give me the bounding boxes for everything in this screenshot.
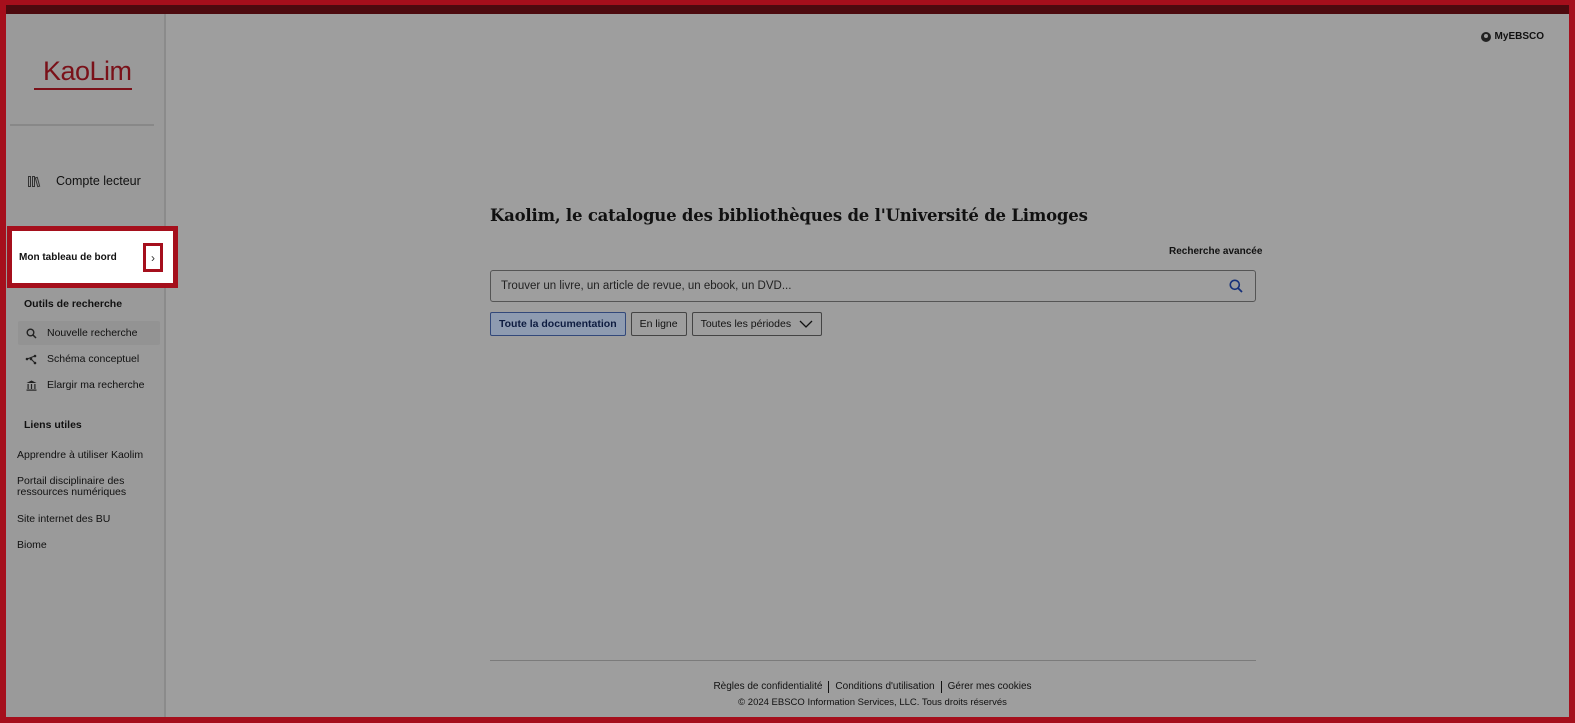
account-link[interactable]: Compte lecteur [28, 172, 141, 190]
chevron-down-icon [799, 320, 813, 328]
footer-divider [490, 660, 1256, 661]
nav-new-search-label: Nouvelle recherche [47, 327, 138, 339]
search-button[interactable] [1229, 279, 1243, 293]
sidebar-divider [10, 124, 154, 126]
logo-text: KaoLim [43, 56, 132, 86]
nav-new-search[interactable]: Nouvelle recherche [18, 321, 160, 345]
link-bu-website[interactable]: Site internet des BU [17, 514, 110, 525]
nav-expand-search-label: Elargir ma recherche [47, 379, 145, 391]
logo-underline [34, 88, 132, 90]
concept-map-icon [25, 354, 37, 365]
highlight-frame [0, 0, 1575, 723]
dashboard-panel[interactable]: Mon tableau de bord › [7, 226, 178, 288]
search-filters: Toute la documentation En ligne Toutes l… [490, 312, 823, 336]
search-tools-title: Outils de recherche [24, 298, 123, 310]
footer-separator [828, 681, 830, 693]
useful-links-title: Liens utiles [24, 419, 82, 431]
kaolim-logo[interactable]: KaoLim [32, 56, 132, 96]
copyright: © 2024 EBSCO Information Services, LLC. … [738, 697, 1007, 708]
filter-periods-dropdown[interactable]: Toutes les périodes [691, 312, 823, 336]
cookies-link[interactable]: Gérer mes cookies [948, 681, 1032, 693]
dashboard-expand-button[interactable]: › [143, 243, 163, 272]
books-icon [28, 175, 42, 188]
search-icon [25, 328, 37, 339]
account-label: Compte lecteur [56, 174, 141, 188]
filter-all-documentation[interactable]: Toute la documentation [490, 312, 626, 336]
terms-link[interactable]: Conditions d'utilisation [835, 681, 934, 693]
footer-separator [940, 681, 942, 693]
page-title: Kaolim, le catalogue des bibliothèques d… [490, 206, 1088, 225]
link-biome[interactable]: Biome [17, 540, 47, 551]
privacy-link[interactable]: Règles de confidentialité [713, 681, 822, 693]
library-icon [25, 380, 37, 391]
top-bar [6, 5, 1569, 14]
nav-expand-search[interactable]: Elargir ma recherche [18, 373, 160, 397]
myebsco-label: MyEBSCO [1494, 31, 1544, 42]
nav-concept-map-label: Schéma conceptuel [47, 353, 140, 365]
sidebar: KaoLim Compte lecteur Outils de recherch… [6, 14, 166, 717]
link-learn-kaolim[interactable]: Apprendre à utiliser Kaolim [17, 450, 143, 461]
chevron-right-icon: › [151, 250, 155, 265]
nav-concept-map[interactable]: Schéma conceptuel [18, 347, 160, 371]
search-icon [1229, 279, 1243, 293]
footer-links: Règles de confidentialité Conditions d'u… [0, 681, 1575, 693]
dashboard-label: Mon tableau de bord [19, 252, 117, 263]
user-icon [1480, 31, 1491, 42]
filter-periods-label: Toutes les périodes [700, 318, 792, 330]
myebsco-link[interactable]: MyEBSCO [1480, 31, 1544, 42]
search-box [490, 270, 1256, 302]
search-input[interactable] [501, 271, 1221, 301]
filter-online[interactable]: En ligne [630, 312, 687, 336]
link-disciplinary-portal[interactable]: Portail disciplinaire des ressources num… [17, 476, 137, 498]
advanced-search-link[interactable]: Recherche avancée [1169, 246, 1262, 257]
